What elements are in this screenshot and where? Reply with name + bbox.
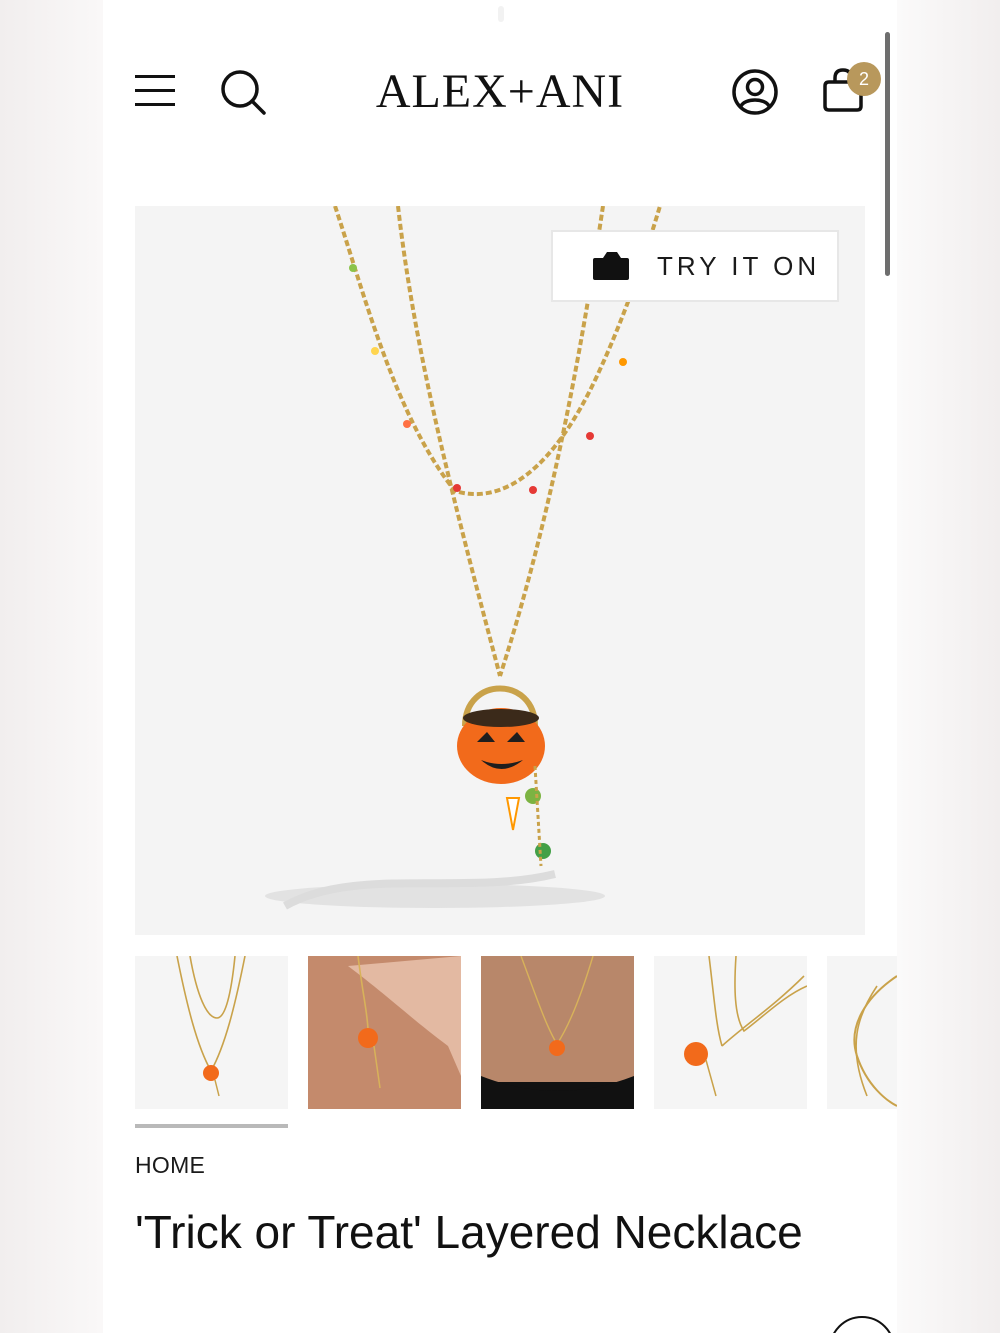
cart-count-badge: 2 — [847, 62, 881, 96]
thumbnail-image — [684, 956, 807, 1097]
product-title: 'Trick or Treat' Layered Necklace — [135, 1206, 803, 1258]
try-it-on-label: TRY IT ON — [657, 250, 821, 281]
thumbnail-necklace-flat[interactable] — [135, 956, 288, 1109]
site-header: ALEX+ANI 2 — [103, 0, 897, 180]
product-hero-image[interactable]: TRY IT ON — [135, 206, 865, 935]
menu-button[interactable] — [135, 72, 177, 110]
thumbnail-necklace-closeup[interactable] — [654, 956, 807, 1109]
pumpkin-necklace-photo — [265, 206, 662, 910]
hamburger-menu-icon — [135, 75, 175, 106]
search-icon — [221, 70, 266, 115]
thumbnail-chain-detail[interactable] — [827, 956, 897, 1109]
backdrop-left — [0, 0, 103, 1333]
thumbnail-image — [176, 956, 246, 1097]
try-it-on-button[interactable]: TRY IT ON — [551, 230, 839, 302]
thumbnail-image — [308, 956, 461, 1109]
breadcrumb-home[interactable]: HOME — [135, 1152, 205, 1179]
thumbnail-scroll-indicator — [135, 1124, 288, 1128]
brand-logo[interactable]: ALEX+ANI — [343, 64, 657, 120]
thumbnail-necklace-worn[interactable] — [481, 956, 634, 1109]
search-button[interactable] — [219, 68, 269, 118]
thumbnail-image — [853, 975, 897, 1107]
product-page: ALEX+ANI 2 TRY IT ON HOME 'Trick or Trea… — [103, 0, 897, 1333]
thumbnail-necklace-hand[interactable] — [308, 956, 461, 1109]
camera-icon — [593, 252, 629, 280]
thumbnail-image — [481, 956, 634, 1109]
page-scrollbar[interactable] — [885, 32, 890, 276]
account-button[interactable] — [731, 68, 779, 116]
user-account-icon — [732, 69, 778, 115]
backdrop-right — [897, 0, 1000, 1333]
chat-widget-button[interactable] — [829, 1316, 895, 1333]
